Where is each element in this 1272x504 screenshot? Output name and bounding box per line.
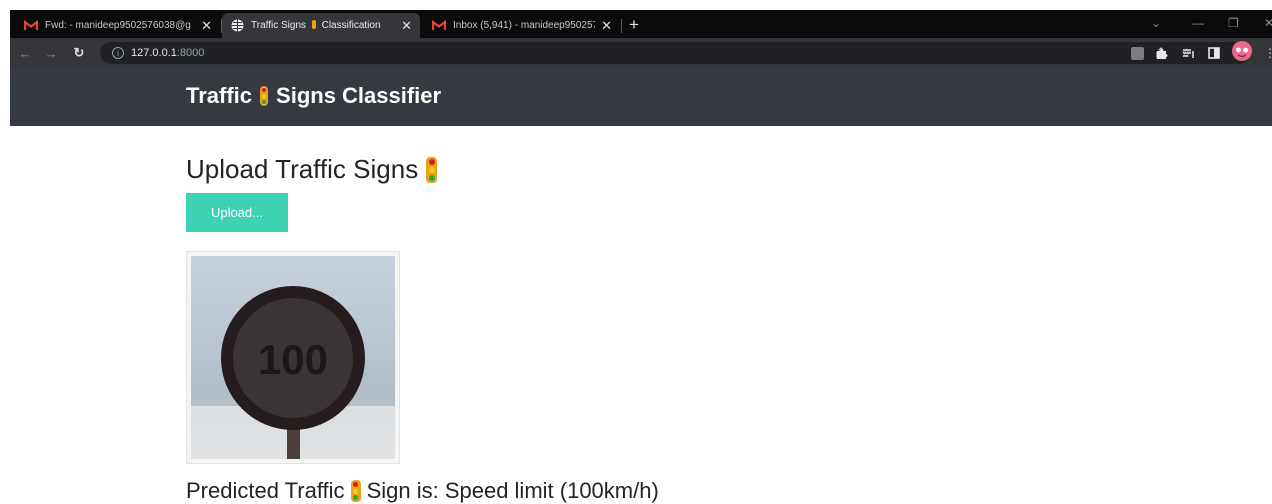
new-tab-button[interactable]: +: [622, 13, 646, 37]
tab-search-icon[interactable]: ⌄: [1151, 16, 1161, 30]
side-panel-icon[interactable]: [1208, 45, 1220, 61]
uploaded-sign-image: 100: [186, 251, 400, 464]
traffic-light-icon: [311, 20, 316, 29]
tab-inbox[interactable]: Inbox (5,941) - manideep950257 ✕: [424, 13, 620, 38]
upload-button[interactable]: Upload...: [186, 193, 288, 232]
prediction-result: Predicted Traffic Sign is: Speed limit (…: [186, 478, 659, 503]
gmail-icon: [432, 19, 446, 33]
app-navbar: Traffic Signs Classifier: [10, 68, 1272, 126]
globe-icon: [230, 19, 244, 33]
extension-icon[interactable]: [1131, 47, 1144, 60]
profile-avatar[interactable]: [1232, 41, 1252, 61]
close-tab-icon[interactable]: ✕: [601, 18, 612, 34]
puzzle-extensions-icon[interactable]: [1156, 45, 1168, 61]
speed-limit-sign-picture: 100: [191, 256, 395, 459]
browser-menu-icon[interactable]: ⋮: [1264, 45, 1272, 61]
browser-toolbar: ← → ↻ i 127.0.0.1:8000 ☆ ⋮: [10, 38, 1272, 68]
close-tab-icon[interactable]: ✕: [201, 18, 212, 34]
tab-fwd-email[interactable]: Fwd: - manideep9502576038@g ✕: [16, 13, 220, 38]
tab-title: Inbox (5,941) - manideep950257: [453, 20, 596, 31]
close-tab-icon[interactable]: ✕: [401, 18, 412, 34]
restore-icon[interactable]: ❐: [1228, 16, 1239, 30]
upload-heading: Upload Traffic Signs: [186, 154, 438, 185]
site-info-icon[interactable]: i: [112, 47, 124, 59]
minimize-icon[interactable]: —: [1192, 16, 1204, 30]
svg-text:100: 100: [258, 336, 328, 383]
traffic-light-icon: [260, 86, 269, 106]
browser-tab-strip: Fwd: - manideep9502576038@g ✕ Traffic Si…: [10, 10, 1272, 38]
reading-list-icon[interactable]: [1182, 45, 1195, 61]
address-url: 127.0.0.1:8000: [131, 47, 205, 59]
address-bar[interactable]: i 127.0.0.1:8000 ☆: [100, 42, 1250, 64]
close-window-icon[interactable]: ✕: [1264, 16, 1272, 30]
gmail-icon: [24, 19, 38, 33]
tab-title: Traffic Signs Classification: [251, 20, 381, 31]
forward-arrow-icon[interactable]: →: [42, 44, 60, 62]
tab-title: Fwd: - manideep9502576038@g: [45, 20, 191, 31]
back-arrow-icon[interactable]: ←: [16, 44, 34, 62]
traffic-light-icon: [426, 156, 438, 183]
navbar-brand[interactable]: Traffic Signs Classifier: [186, 83, 441, 109]
tab-traffic-signs[interactable]: Traffic Signs Classification ✕: [222, 13, 420, 38]
reload-icon[interactable]: ↻: [70, 44, 88, 62]
traffic-light-icon: [350, 480, 361, 502]
